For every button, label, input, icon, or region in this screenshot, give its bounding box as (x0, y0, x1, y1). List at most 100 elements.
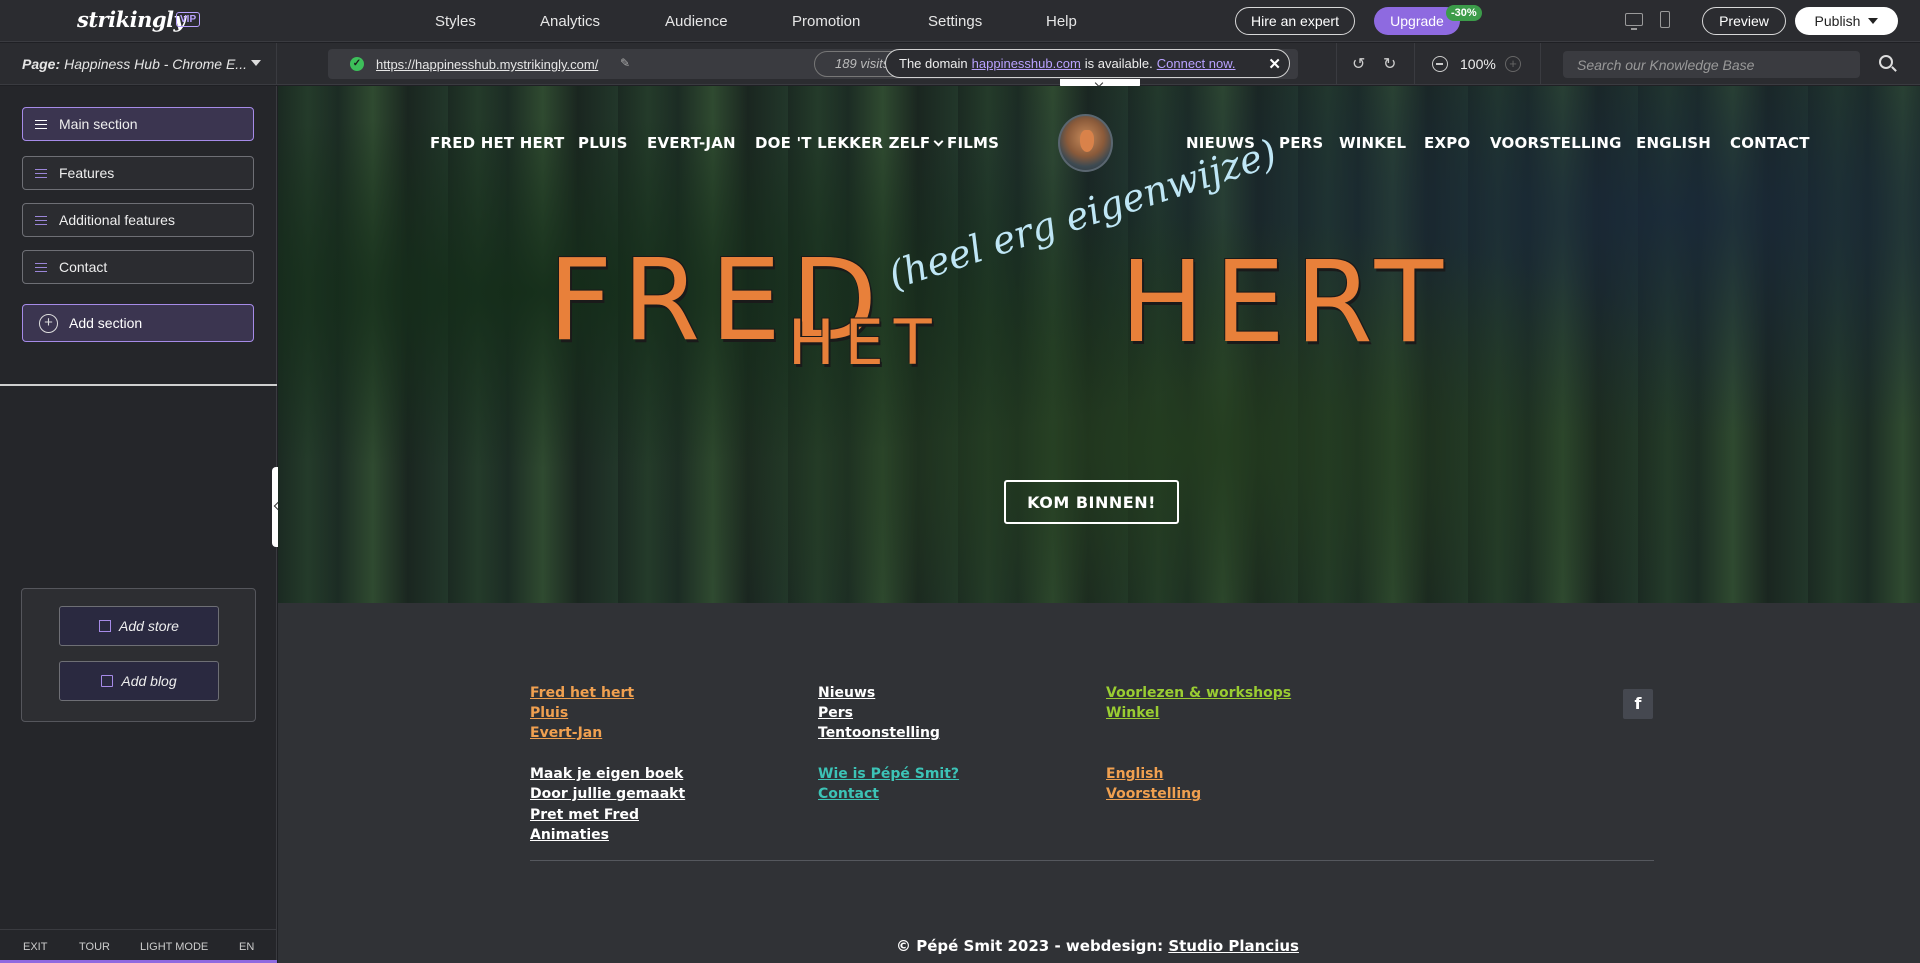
footer-link[interactable]: Tentoonstelling (818, 725, 940, 741)
drag-handle-icon[interactable] (35, 216, 47, 225)
domain-notice-middle: is available. (1084, 56, 1153, 71)
add-blog-label: Add blog (121, 673, 177, 689)
exit-link[interactable]: EXIT (23, 941, 47, 953)
section-item-main[interactable]: Main section (22, 107, 254, 141)
chevron-down-icon (1868, 18, 1879, 24)
nav-promotion[interactable]: Promotion (792, 13, 860, 30)
connect-now-link[interactable]: Connect now. (1157, 56, 1236, 71)
discount-badge: -30% (1446, 5, 1482, 21)
top-bar: strikingly VIP Styles Analytics Audience… (0, 0, 1920, 42)
footer-divider (530, 860, 1654, 861)
copyright: © Pépé Smit 2023 - webdesign: Studio Pla… (896, 937, 1299, 955)
chevron-down-icon (251, 60, 261, 66)
add-section-label: Add section (69, 315, 143, 331)
footer-link[interactable]: Evert-Jan (530, 725, 602, 741)
section-label: Additional features (59, 212, 175, 228)
footer-link[interactable]: English (1106, 766, 1163, 782)
check-icon: ✓ (350, 57, 364, 71)
sidebar-footer: EXIT TOUR LIGHT MODE EN (0, 929, 277, 963)
add-section-button[interactable]: + Add section (22, 304, 254, 342)
footer-link[interactable]: Door jullie gemaakt (530, 786, 685, 802)
site-nav-contact[interactable]: CONTACT (1730, 134, 1810, 152)
hero-section: FRED HET HERT PLUIS EVERT-JAN DOE 'T LEK… (278, 86, 1920, 603)
section-item-contact[interactable]: Contact (22, 250, 254, 284)
search-icon[interactable] (1879, 55, 1893, 69)
site-nav-expo[interactable]: EXPO (1424, 134, 1470, 152)
redo-icon[interactable]: ↻ (1383, 54, 1396, 74)
nav-settings[interactable]: Settings (928, 13, 982, 30)
drag-handle-icon[interactable] (35, 120, 47, 129)
site-nav-english[interactable]: ENGLISH (1636, 134, 1711, 152)
strikingly-logo[interactable]: strikingly (77, 7, 186, 32)
footer-link[interactable]: Maak je eigen boek (530, 766, 683, 782)
zoom-out-icon[interactable] (1432, 56, 1448, 72)
chevron-down-icon (933, 136, 944, 147)
desktop-view-icon[interactable] (1625, 13, 1643, 30)
footer-link[interactable]: Contact (818, 786, 879, 802)
url-bar: ✓ https://happinesshub.mystrikingly.com/… (328, 49, 1298, 79)
site-url-link[interactable]: https://happinesshub.mystrikingly.com/ (376, 57, 598, 72)
add-store-button[interactable]: Add store (59, 606, 219, 646)
close-icon[interactable]: ✕ (1268, 55, 1281, 73)
section-item-features[interactable]: Features (22, 156, 254, 190)
vip-badge: VIP (176, 12, 201, 27)
language-link[interactable]: EN (239, 941, 254, 953)
site-nav-doe-t-lekker-zelf[interactable]: DOE 'T LEKKER ZELF (755, 134, 944, 152)
footer-link[interactable]: Animaties (530, 827, 609, 843)
footer-link[interactable]: Nieuws (818, 685, 875, 701)
footer-link[interactable]: Wie is Pépé Smit? (818, 766, 959, 782)
add-blog-button[interactable]: Add blog (59, 661, 219, 701)
studio-plancius-link[interactable]: Studio Plancius (1168, 937, 1299, 955)
site-nav-voorstelling[interactable]: VOORSTELLING (1490, 134, 1622, 152)
nav-audience[interactable]: Audience (665, 13, 728, 30)
footer-link[interactable]: Voorlezen & workshops (1106, 685, 1291, 701)
publish-label: Publish (1814, 13, 1861, 29)
footer-link[interactable]: Voorstelling (1106, 786, 1201, 802)
divider (1414, 43, 1415, 85)
enter-button[interactable]: KOM BINNEN! (1004, 480, 1179, 524)
domain-link[interactable]: happinesshub.com (972, 56, 1081, 71)
store-blog-panel: Add store Add blog (21, 588, 256, 722)
mobile-view-icon[interactable] (1660, 11, 1670, 28)
facebook-icon[interactable]: f (1623, 689, 1653, 719)
site-nav-evert-jan[interactable]: EVERT-JAN (647, 134, 736, 152)
site-nav-pers[interactable]: PERS (1279, 134, 1323, 152)
store-icon (99, 620, 112, 632)
site-nav-fred[interactable]: FRED HET HERT (430, 134, 564, 152)
hire-expert-button[interactable]: Hire an expert (1235, 7, 1355, 35)
page-name: Happiness Hub - Chrome E... (64, 56, 247, 72)
publish-button[interactable]: Publish (1795, 7, 1898, 35)
drag-handle-icon[interactable] (35, 263, 47, 272)
site-nav-winkel[interactable]: WINKEL (1339, 134, 1406, 152)
pencil-icon[interactable]: ✎ (620, 56, 630, 70)
blog-icon (101, 675, 114, 687)
domain-notice-prefix: The domain (899, 56, 968, 71)
site-nav-pluis[interactable]: PLUIS (578, 134, 628, 152)
site-nav-films[interactable]: FILMS (947, 134, 999, 152)
nav-analytics[interactable]: Analytics (540, 13, 600, 30)
footer-link[interactable]: Pret met Fred (530, 807, 639, 823)
nav-styles[interactable]: Styles (435, 13, 476, 30)
section-item-additional-features[interactable]: Additional features (22, 203, 254, 237)
footer-link[interactable]: Pers (818, 705, 853, 721)
knowledge-base-search-input[interactable] (1563, 51, 1860, 78)
zoom-in-icon[interactable]: + (1505, 56, 1521, 72)
footer-link[interactable]: Pluis (530, 705, 568, 721)
hero-title-hert: HERT (1120, 238, 1454, 368)
nav-help[interactable]: Help (1046, 13, 1077, 30)
section-label: Main section (59, 116, 138, 132)
tour-link[interactable]: TOUR (79, 941, 110, 953)
hero-title-het: HET (788, 306, 942, 379)
page-selector[interactable]: Page: Happiness Hub - Chrome E... (0, 43, 277, 85)
sections-sidebar: Main section Features Additional feature… (0, 86, 282, 963)
light-mode-link[interactable]: LIGHT MODE (140, 941, 208, 953)
add-store-label: Add store (119, 618, 179, 634)
deer-logo[interactable] (1058, 114, 1113, 172)
nav-label: DOE 'T LEKKER ZELF (755, 134, 931, 152)
divider (1336, 43, 1337, 85)
preview-button[interactable]: Preview (1702, 7, 1786, 35)
footer-link[interactable]: Winkel (1106, 705, 1159, 721)
drag-handle-icon[interactable] (35, 169, 47, 178)
footer-link[interactable]: Fred het hert (530, 685, 634, 701)
undo-icon[interactable]: ↺ (1352, 54, 1365, 74)
